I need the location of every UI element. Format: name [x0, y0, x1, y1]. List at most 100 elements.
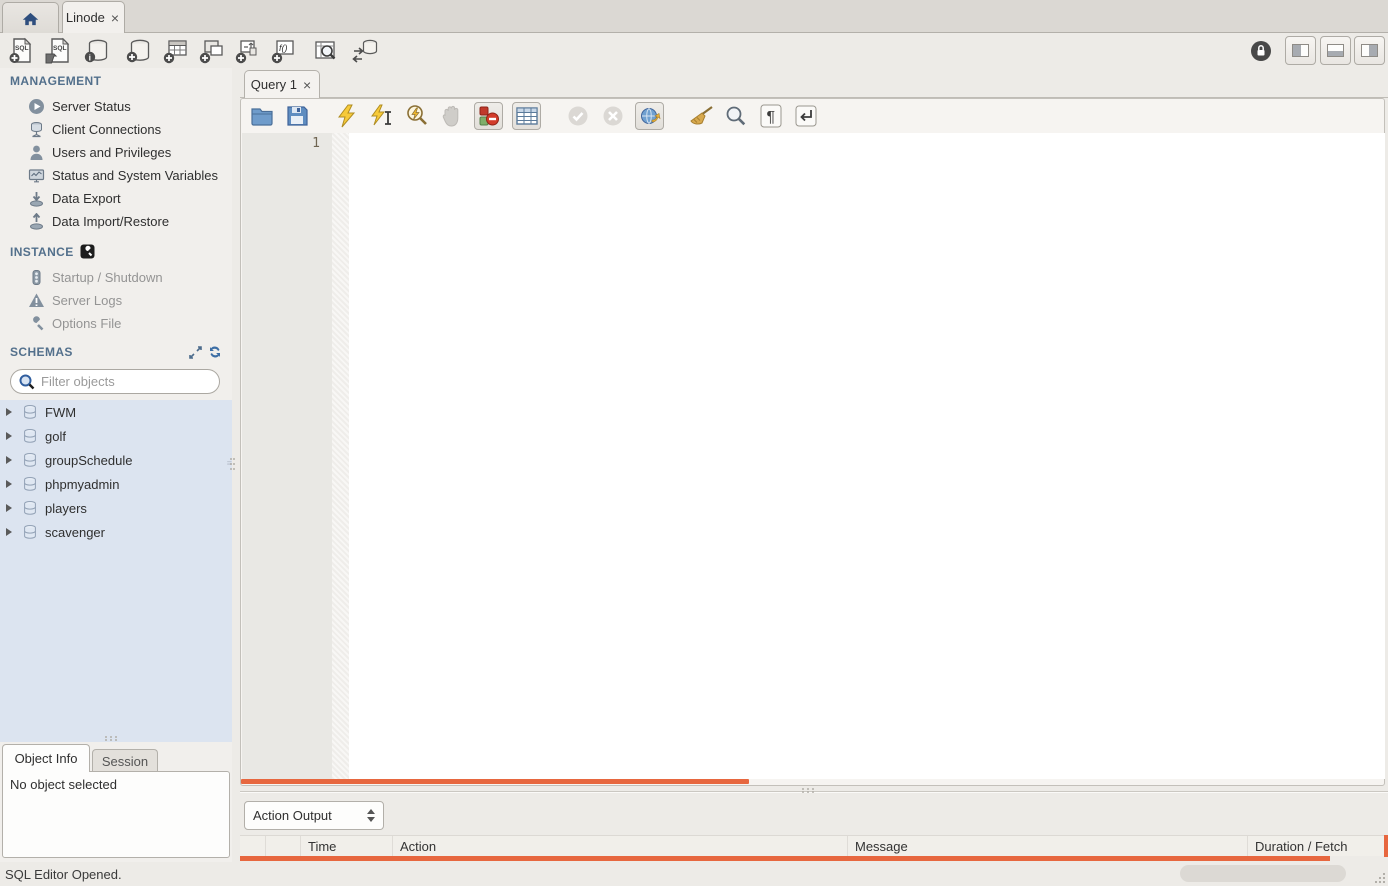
sql-editor[interactable]: 1: [242, 133, 1385, 779]
sidebar-pane-splitter[interactable]: [105, 736, 127, 741]
toggle-stop-on-error-button[interactable]: [474, 102, 503, 130]
query-tabbar: Query 1 ×: [240, 68, 1388, 98]
close-icon[interactable]: ×: [301, 78, 313, 92]
schema-label: FWM: [45, 405, 76, 420]
sidebar-item-client-connections[interactable]: Client Connections: [0, 118, 232, 141]
sidebar-item-label: Status and System Variables: [52, 168, 218, 183]
connection-tab[interactable]: Linode ×: [62, 1, 125, 33]
save-script-button[interactable]: [284, 103, 310, 129]
show-invisibles-button[interactable]: ¶: [758, 103, 784, 129]
management-section-header: MANAGEMENT: [10, 74, 101, 88]
toggle-left-sidebar-button[interactable]: [1285, 36, 1316, 65]
schema-inspector-icon: i: [83, 37, 111, 65]
schema-row-groupschedule[interactable]: groupSchedule: [0, 448, 232, 472]
open-sql-script-button[interactable]: SQL: [43, 36, 73, 66]
lock-status-button[interactable]: [1246, 36, 1276, 66]
schema-row-players[interactable]: players: [0, 496, 232, 520]
output-col-duration[interactable]: Duration / Fetch: [1248, 836, 1388, 856]
tab-session[interactable]: Session: [92, 749, 158, 772]
wrap-text-button[interactable]: [793, 103, 819, 129]
execute-button[interactable]: [334, 103, 360, 129]
sidebar-item-server-logs[interactable]: Server Logs: [0, 289, 232, 312]
open-script-button[interactable]: [249, 103, 275, 129]
sidebar-item-startup-shutdown[interactable]: Startup / Shutdown: [0, 266, 232, 289]
editor-horizontal-scrollbar[interactable]: [241, 779, 749, 784]
toggle-bottom-panel-button[interactable]: [1320, 36, 1351, 65]
create-view-button[interactable]: [197, 36, 227, 66]
create-table-icon: [162, 37, 190, 65]
limit-rows-button[interactable]: [512, 102, 541, 130]
schema-label: golf: [45, 429, 66, 444]
scrollbar-thumb[interactable]: [1180, 865, 1346, 882]
query-tab[interactable]: Query 1 ×: [244, 70, 320, 98]
sidebar-item-server-status[interactable]: Server Status: [0, 95, 232, 118]
sidebar-item-data-export[interactable]: Data Export: [0, 187, 232, 210]
home-tab[interactable]: [2, 2, 59, 33]
output-col-message[interactable]: Message: [848, 836, 1248, 856]
expander-icon[interactable]: [6, 528, 12, 536]
create-table-button[interactable]: [161, 36, 191, 66]
new-sql-tab-button[interactable]: SQL: [6, 36, 36, 66]
main-toolbar: SQL SQL i: [0, 34, 1388, 68]
expander-icon[interactable]: [6, 480, 12, 488]
expand-schemas-icon[interactable]: [189, 346, 202, 359]
tree-scrollbar-hint[interactable]: ≡: [227, 458, 231, 468]
connection-tab-label: Linode: [66, 10, 105, 25]
window-tabbar: Linode ×: [0, 0, 1388, 33]
left-panel-icon: [1292, 44, 1309, 57]
sidebar-item-label: Server Status: [52, 99, 131, 114]
output-vertical-scrollbar[interactable]: [1384, 835, 1388, 857]
sidebar-item-users-privileges[interactable]: Users and Privileges: [0, 141, 232, 164]
filter-objects-input[interactable]: [41, 374, 217, 389]
stop-button[interactable]: [439, 103, 465, 129]
beautify-button[interactable]: [688, 103, 714, 129]
sql-text-area[interactable]: [349, 133, 1385, 779]
sidebar-item-data-import[interactable]: Data Import/Restore: [0, 210, 232, 233]
spinner-arrows-icon[interactable]: [367, 809, 375, 822]
create-function-button[interactable]: f(): [269, 36, 299, 66]
reconnect-dbms-icon: [350, 37, 380, 65]
export-icon: [28, 190, 45, 207]
refresh-schemas-icon[interactable]: [208, 345, 222, 359]
schema-inspector-button[interactable]: i: [82, 36, 112, 66]
sidebar-item-label: Options File: [52, 316, 121, 331]
sidebar-item-options-file[interactable]: Options File: [0, 312, 232, 335]
create-procedure-button[interactable]: [233, 36, 263, 66]
close-icon[interactable]: ×: [109, 11, 121, 25]
sidebar-item-status-system-variables[interactable]: Status and System Variables: [0, 164, 232, 187]
rollback-button[interactable]: [600, 103, 626, 129]
window-resize-grip[interactable]: [1373, 871, 1385, 883]
sidebar-splitter[interactable]: [232, 68, 240, 862]
output-horizontal-scrollbar[interactable]: [240, 856, 1330, 861]
execute-current-button[interactable]: [369, 103, 395, 129]
output-view-select[interactable]: Action Output: [244, 801, 384, 830]
tab-object-info[interactable]: Object Info: [2, 744, 90, 772]
schema-icon: [22, 404, 39, 421]
schema-label: phpmyadmin: [45, 477, 119, 492]
create-schema-button[interactable]: [124, 36, 154, 66]
commit-button[interactable]: [565, 103, 591, 129]
expander-icon[interactable]: [6, 504, 12, 512]
toggle-autocommit-button[interactable]: [635, 102, 664, 130]
find-button[interactable]: [723, 103, 749, 129]
expander-icon[interactable]: [6, 408, 12, 416]
output-table-header: Time Action Message Duration / Fetch: [240, 835, 1388, 856]
stop-hand-icon: [441, 104, 463, 128]
expander-icon[interactable]: [6, 456, 12, 464]
schema-row-fwm[interactable]: FWM: [0, 400, 232, 424]
expander-icon[interactable]: [6, 432, 12, 440]
explain-button[interactable]: [404, 103, 430, 129]
output-splitter[interactable]: [240, 786, 1388, 798]
schema-row-phpmyadmin[interactable]: phpmyadmin: [0, 472, 232, 496]
output-col-action[interactable]: Action: [393, 836, 848, 856]
toggle-right-sidebar-button[interactable]: [1354, 36, 1385, 65]
sql-editor-frame: ¶ 1: [240, 98, 1385, 786]
schema-row-golf[interactable]: golf: [0, 424, 232, 448]
schema-icon: [22, 452, 39, 469]
autocommit-icon: [639, 105, 661, 127]
output-col-time[interactable]: Time: [301, 836, 393, 856]
schema-row-scavenger[interactable]: scavenger: [0, 520, 232, 544]
search-table-data-button[interactable]: [310, 36, 340, 66]
output-col-index: [240, 836, 266, 856]
reconnect-dbms-button[interactable]: [350, 36, 380, 66]
